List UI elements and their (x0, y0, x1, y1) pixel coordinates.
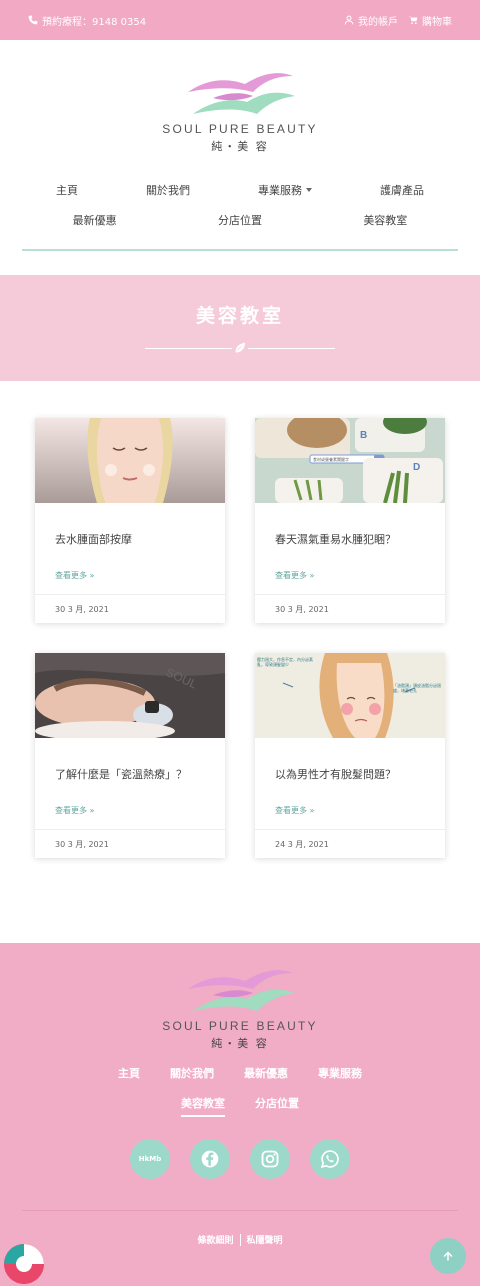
read-more-link[interactable]: 查看更多 » (275, 570, 425, 581)
back-to-top-button[interactable] (430, 1238, 466, 1274)
brand-name-zh: 純・美 容 (211, 140, 269, 153)
article-title[interactable]: 以為男性才有脫髮問題？ (275, 766, 425, 782)
article-date: 30 3 月, 2021 (255, 594, 445, 623)
label-b: B (360, 430, 367, 441)
nav-item-services-label: 專業服務 (258, 184, 302, 197)
article-grid: 去水腫面部按摩 查看更多 » 30 3 月, 2021 B 食材或營養素關鍵字 … (35, 418, 445, 858)
nav-divider (22, 249, 458, 251)
footer-brand-name: SOUL PURE BEAUTY (162, 1019, 318, 1033)
footer-brand-name-zh: 純・美 容 (211, 1037, 269, 1050)
article-card[interactable]: SOUL 了解什麼是「瓷溫熱療」？ 查看更多 » 30 3 月, 2021 (35, 653, 225, 858)
nav-item-offers[interactable]: 最新優惠 (73, 212, 117, 228)
article-card[interactable]: 壓力過大、作息不定，內分泌紊亂，導致頭髮變少 「油脂頭」頭皮油脂分泌過盛，堵塞毛… (255, 653, 445, 858)
whatsapp-link[interactable] (310, 1139, 350, 1179)
logo-mark-icon (187, 970, 295, 1011)
article-card[interactable]: B 食材或營養素關鍵字 D 春天濕氣重易水腫犯睏？ 查看更多 » 30 3 月,… (255, 418, 445, 623)
footer-nav-locations[interactable]: 分店位置 (255, 1095, 299, 1117)
thumb-note-stress: 壓力過大、作息不定，內分泌紊亂，導致頭髮變少 (257, 657, 313, 667)
read-more-link[interactable]: 查看更多 » (55, 570, 205, 581)
my-account-link[interactable]: 我的帳戶 (344, 13, 398, 28)
accessibility-widget-icon[interactable] (4, 1244, 44, 1284)
arrow-up-icon (443, 1251, 453, 1261)
article-image[interactable]: B 食材或營養素關鍵字 D (255, 418, 445, 503)
chevron-down-icon (306, 188, 312, 192)
cart-label: 購物車 (422, 16, 452, 28)
instagram-link[interactable] (250, 1139, 290, 1179)
logo-mark-icon (187, 73, 295, 114)
article-image[interactable] (35, 418, 225, 503)
thumb-note-oily-scalp: 「油脂頭」頭皮油脂分泌過盛，堵塞毛孔 (393, 683, 441, 693)
booking-phone[interactable]: 預約療程：9148 0354 (28, 13, 146, 28)
facebook-link[interactable] (190, 1139, 230, 1179)
cart-link[interactable]: 購物車 (408, 13, 452, 28)
site-logo[interactable]: SOUL PURE BEAUTY 純・美 容 (0, 70, 480, 154)
social-links: HkMb (0, 1139, 480, 1179)
booking-text: 預約療程：9148 0354 (42, 16, 147, 28)
my-account-label: 我的帳戶 (358, 16, 398, 28)
site-header: SOUL PURE BEAUTY 純・美 容 主頁 關於我們 專業服務 護膚產品… (0, 40, 480, 275)
hero-divider (145, 340, 335, 356)
thumb-search-placeholder: 食材或營養素關鍵字 (313, 456, 349, 462)
phone-icon (28, 15, 38, 25)
page-title: 美容教室 (195, 305, 284, 327)
label-d: D (413, 462, 420, 473)
nav-item-about[interactable]: 關於我們 (146, 182, 190, 198)
read-more-link[interactable]: 查看更多 » (55, 805, 205, 816)
hkmb-icon: HkMb (138, 1155, 162, 1163)
footer-nav: 主頁 關於我們 最新優惠 專業服務 美容教室 分店位置 (0, 1065, 480, 1117)
nav-item-products[interactable]: 護膚產品 (380, 182, 424, 198)
page-hero: 美容教室 (0, 275, 480, 381)
article-image[interactable]: 壓力過大、作息不定，內分泌紊亂，導致頭髮變少 「油脂頭」頭皮油脂分泌過盛，堵塞毛… (255, 653, 445, 738)
nav-item-services[interactable]: 專業服務 (258, 182, 312, 198)
footer-divider (22, 1210, 458, 1211)
top-bar: 預約療程：9148 0354 我的帳戶 購物車 (0, 0, 480, 40)
footer-logo[interactable]: SOUL PURE BEAUTY 純・美 容 (0, 967, 480, 1051)
privacy-link[interactable]: 私隱聲明 (247, 1233, 283, 1246)
nav-item-locations[interactable]: 分店位置 (218, 212, 262, 228)
whatsapp-icon (320, 1150, 339, 1169)
terms-link[interactable]: 條款細則 (197, 1233, 233, 1246)
user-icon (344, 15, 354, 25)
nav-item-classroom[interactable]: 美容教室 (363, 212, 407, 228)
article-image[interactable]: SOUL (35, 653, 225, 738)
footer-nav-about[interactable]: 關於我們 (170, 1065, 214, 1081)
footer-nav-home[interactable]: 主頁 (118, 1065, 140, 1081)
article-title[interactable]: 了解什麼是「瓷溫熱療」？ (55, 766, 205, 782)
article-title[interactable]: 春天濕氣重易水腫犯睏？ (275, 531, 425, 547)
site-footer: SOUL PURE BEAUTY 純・美 容 主頁 關於我們 最新優惠 專業服務… (0, 943, 480, 1286)
article-date: 30 3 月, 2021 (35, 594, 225, 623)
legal-links: 條款細則 私隱聲明 (0, 1233, 480, 1246)
article-date: 24 3 月, 2021 (255, 829, 445, 858)
main-nav: 主頁 關於我們 專業服務 護膚產品 最新優惠 分店位置 美容教室 (22, 182, 458, 242)
footer-nav-offers[interactable]: 最新優惠 (244, 1065, 288, 1081)
instagram-icon (261, 1150, 279, 1168)
footer-nav-classroom[interactable]: 美容教室 (181, 1095, 225, 1117)
footer-nav-services[interactable]: 專業服務 (318, 1065, 362, 1081)
article-title[interactable]: 去水腫面部按摩 (55, 531, 205, 547)
article-card[interactable]: 去水腫面部按摩 查看更多 » 30 3 月, 2021 (35, 418, 225, 623)
cart-icon (408, 16, 418, 24)
nav-item-home[interactable]: 主頁 (56, 182, 78, 198)
read-more-link[interactable]: 查看更多 » (275, 805, 425, 816)
leaf-icon (235, 342, 246, 353)
brand-name: SOUL PURE BEAUTY (162, 122, 318, 136)
facebook-icon (201, 1150, 219, 1168)
legal-separator (239, 1233, 241, 1246)
article-date: 30 3 月, 2021 (35, 829, 225, 858)
hkmb-link[interactable]: HkMb (130, 1139, 170, 1179)
